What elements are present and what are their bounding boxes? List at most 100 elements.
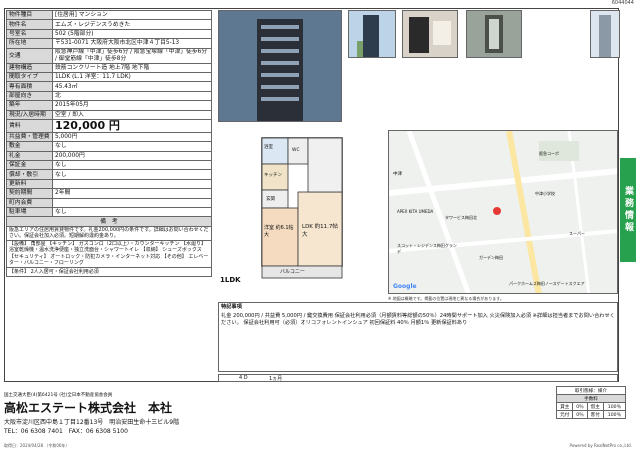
spec-row: 現況/入居時期 空室 / 即入 <box>6 109 212 120</box>
company-address: 大阪市淀川区西中島１丁目12番13号 明治安田生命十三ビル9階 <box>4 419 180 426</box>
spec-row: 部屋向き北 <box>6 90 212 102</box>
map-label-scott: スコット・レジデンス梅田グランデ <box>397 243 457 254</box>
spec-key: 現況/入居時期 <box>6 109 53 120</box>
floorplan-title: 1LDK <box>220 276 241 284</box>
spec-value: 45.43㎡ <box>52 81 212 92</box>
spec-key: 賃料 <box>6 118 53 133</box>
spec-value: なし <box>52 169 212 180</box>
spec-key: 礼金 <box>6 150 53 162</box>
spec-key: 建物構造 <box>6 62 53 73</box>
fee-cell: 100％ <box>602 402 627 411</box>
footer-powered: Powered by RealNetPro co.,Ltd. <box>569 443 632 448</box>
spec-row: 償却・敷引 なし <box>6 169 212 180</box>
fee-cell: 100％ <box>602 410 627 419</box>
spec-value: 502 (5階部分) <box>52 28 212 40</box>
floorplan-bath: 浴室 <box>264 145 273 150</box>
company-block: 国土交通大臣(4)第6421号 (社)全日本不動産協会会員 高松エステート株式会… <box>4 392 179 435</box>
spec-value: 200,000円 <box>52 150 212 162</box>
footer-date: 取得日：2024/04/28 （令和06年） <box>4 443 70 448</box>
map-label-park: パークホームズ梅田ノースゲートスクエア <box>509 281 585 286</box>
spec-row: 賃料 120,000 円 <box>6 118 212 133</box>
bottom-bar-right: 1ヵ月 <box>269 376 283 382</box>
spec-value: 空室 / 即入 <box>52 109 212 120</box>
commission-sub: 手数料 <box>556 394 626 403</box>
hallway-thumb-image <box>467 11 521 57</box>
floorplan-washitsu: 洋室 約6.1帖大 <box>264 225 294 238</box>
spec-value: 2年間 <box>52 188 212 199</box>
building-image <box>219 11 341 121</box>
spec-value: なし <box>52 207 212 218</box>
company-license: 国土交通大臣(4)第6421号 (社)全日本不動産協会会員 <box>4 393 113 398</box>
map-label-nakatsu: 中津 <box>393 172 402 177</box>
commission-table: 取引態様：媒介 手数料 貸主 0％ 借主 100％ 元付 0％ 客付 100％ <box>555 386 627 419</box>
spec-value: 鉄筋コンクリート造 地上7階 地下階 <box>52 62 212 73</box>
photo-thumb-3[interactable] <box>466 10 522 58</box>
remarks-box: 特記事項 礼金 200,000円 / 共益費 5,000円 / 鍵交換費用 保証… <box>218 302 618 372</box>
spec-row: 駐車場 なし <box>6 207 212 218</box>
floorplan-kitchen: キッチン <box>264 173 282 178</box>
spec-row: 更新料 <box>6 178 212 190</box>
spec-value: 120,000 円 <box>52 118 212 133</box>
company-name: 高松エステート株式会社 本社 <box>4 401 173 415</box>
spec-key: 号室名 <box>6 28 53 40</box>
spec-key: 交通 <box>6 47 53 64</box>
spec-row: 敷金 なし <box>6 141 212 152</box>
photo-thumb-4[interactable] <box>590 10 620 58</box>
map-label-school: 中津小学校 <box>535 191 555 196</box>
spec-key: 保証金 <box>6 160 53 171</box>
spec-key: 間取タイプ <box>6 71 53 83</box>
spec-key: 所在地 <box>6 38 53 49</box>
spec-row: 礼金 200,000円 <box>6 150 212 162</box>
floorplan[interactable]: 浴室 WC キッチン 玄関 洋室 約6.1帖大 LDK 約11.7帖大 バルコニ… <box>218 128 384 294</box>
bottom-bar: 4 D 1ヵ月 <box>218 374 618 382</box>
spec-value: エムズ・レジデンスうめきた <box>52 19 212 30</box>
spec-key: 償却・敷引 <box>6 169 53 180</box>
remarks-head: 特記事項 <box>221 304 242 310</box>
floorplan-entrance: 玄関 <box>266 197 275 202</box>
spec-value: [住居用] マンション <box>52 9 212 21</box>
spec-value: なし <box>52 141 212 152</box>
spec-value <box>52 197 212 209</box>
spec-key: 部屋向き <box>6 90 53 102</box>
business-info-tab[interactable]: 業務情報 <box>620 158 636 262</box>
fee-cell: 元付 <box>555 410 574 419</box>
spec-value <box>52 178 212 190</box>
map[interactable]: 中津 APEX KITA UMEDA タワービス梅田北 スコット・レジデンス梅田… <box>388 130 618 294</box>
spec-key: 築年 <box>6 100 53 111</box>
spec-value: 5,000円 <box>52 131 212 143</box>
spec-row: 共益費・管理費 5,000円 <box>6 131 212 143</box>
map-copyright: Google <box>393 283 417 290</box>
fee-cell: 借主 <box>586 402 604 411</box>
spec-row: 町内会費 <box>6 197 212 209</box>
spec-row: 建物構造 鉄筋コンクリート造 地上7階 地下階 <box>6 62 212 73</box>
notes-head-row: 備 考 <box>6 216 212 227</box>
spec-key: 物件種目 <box>6 9 53 21</box>
facilities-row: 【設備】 角部屋 【キッチン】 ガスコンロ（2口以上）・カウンターキッチン 【水… <box>6 239 212 268</box>
spec-key: 専有面積 <box>6 81 53 92</box>
photo-thumb-1[interactable] <box>348 10 396 58</box>
floorplan-balcony: バルコニー <box>280 269 305 275</box>
spec-key: 更新料 <box>6 178 53 190</box>
remarks-text: 礼金 200,000円 / 共益費 5,000円 / 鍵交換費用 保証会社利用必… <box>221 313 615 326</box>
fee-cell: 貸主 <box>555 402 574 411</box>
notes-head: 備 考 <box>6 216 212 227</box>
spec-key: 契約期間 <box>6 188 53 199</box>
photo-thumb-2[interactable] <box>402 10 458 58</box>
spec-key: 共益費・管理費 <box>6 131 53 143</box>
fee-cell: 0％ <box>572 410 588 419</box>
spec-value: 〒531-0071 大阪府大阪市北区中津４丁目5-13 <box>52 38 212 49</box>
facilities-text: 【設備】 角部屋 【キッチン】 ガスコンロ（2口以上）・カウンターキッチン 【水… <box>6 239 212 268</box>
spec-row: 物件種目 [住居用] マンション <box>6 9 212 21</box>
conditions-row: 【条件】 2人入居可・保証会社利用必須 <box>6 266 212 278</box>
spec-row: 築年 2015年05月 <box>6 100 212 111</box>
map-label-apex: APEX KITA UMEDA <box>397 209 434 214</box>
exterior-thumb-image <box>349 11 395 57</box>
conditions-text: 【条件】 2人入居可・保証会社利用必須 <box>6 266 212 278</box>
spec-value: 2015年05月 <box>52 100 212 111</box>
building-photo[interactable] <box>218 10 342 122</box>
map-label-tower: タワービス梅田北 <box>445 215 477 220</box>
map-label-corp: 阪急コーポ <box>539 151 559 156</box>
bottom-bar-left: 4 D <box>239 375 248 381</box>
spec-key: 町内会費 <box>6 197 53 209</box>
notes-row: 阪急エリアの住居用賃貸物件です。礼金200,000円の条件です。詳細はお問い合わ… <box>6 225 212 241</box>
